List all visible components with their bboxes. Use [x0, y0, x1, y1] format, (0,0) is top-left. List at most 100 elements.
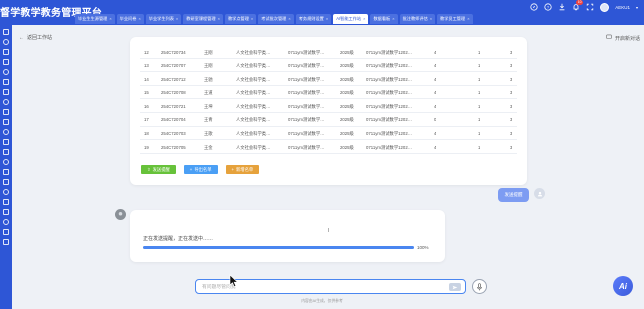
add-list-button[interactable]: + 新增名单 — [225, 165, 260, 174]
table-cell: 王刚 — [204, 49, 213, 55]
table-cell: 19 — [144, 144, 149, 150]
sidebar-nav-icon[interactable] — [3, 89, 9, 95]
tab-item[interactable]: 考务规则设置 × — [295, 14, 332, 24]
table-row[interactable]: 19 254C720705 王金 人文社会科学类… 0711ym测试数学… 2025级 07… — [140, 140, 517, 154]
sidebar-nav-icon[interactable] — [3, 99, 9, 105]
sidebar-nav-icon[interactable] — [3, 169, 9, 175]
tab-item[interactable]: AI智能工作站 × — [333, 14, 369, 24]
bell-icon[interactable]: 10 — [572, 0, 584, 11]
table-cell: 0711ym测试数学… — [288, 49, 325, 55]
table-cell: 1 — [478, 144, 481, 150]
download-icon[interactable] — [558, 3, 566, 11]
sidebar-nav-icon[interactable] — [3, 199, 9, 205]
table-row[interactable]: 16 254C720721 王坤 人文社会科学类… 0711ym测试数学… 2025级 07… — [140, 99, 517, 113]
tab-item[interactable]: 批注教师评估 × — [399, 14, 436, 24]
tab-label: 教学员工管理 — [440, 16, 466, 21]
close-icon[interactable]: × — [363, 14, 365, 24]
table-cell: 1 — [478, 76, 481, 82]
table-row[interactable]: 17 254C720704 王青 人文社会科学类… 0711ym测试数学… 2025级 07… — [140, 113, 517, 127]
sidebar-nav-icon[interactable] — [3, 79, 9, 85]
sidebar-nav-icon[interactable] — [3, 29, 9, 35]
sidebar-nav-icon[interactable] — [3, 219, 9, 225]
export-list-button[interactable]: + 导出名单 — [183, 165, 218, 174]
tab-item[interactable]: 教学员工管理 × — [437, 14, 473, 24]
tab-item[interactable]: 教研室课程管理 × — [183, 14, 223, 24]
tab-item[interactable]: 考试批次管理 × — [258, 14, 294, 24]
sidebar-nav-icon[interactable] — [3, 229, 9, 235]
sidebar-nav-icon[interactable] — [3, 49, 9, 55]
sidebar-nav-icon[interactable] — [3, 69, 9, 75]
close-icon[interactable]: × — [251, 14, 253, 24]
chevron-down-icon[interactable]: ▾ — [636, 5, 638, 10]
sidebar-nav-icon[interactable] — [3, 119, 9, 125]
table-row[interactable]: 13 254C720707 王刚 人文社会科学类… 0711ym测试数学… 2025级 07… — [140, 59, 517, 73]
table-cell: 0711ym测试数学1202… — [366, 90, 413, 96]
tab-item[interactable]: 毕业学生列表 × — [145, 14, 182, 24]
table-row[interactable]: 15 254C720708 王道 人文社会科学类… 0711ym测试数学… 2025级 07… — [140, 86, 517, 100]
close-icon[interactable]: × — [392, 14, 394, 24]
close-icon[interactable]: × — [218, 14, 220, 24]
table-row[interactable]: 14 254C720712 王驰 人文社会科学类… 0711ym测试数学… 2025级 07… — [140, 72, 517, 86]
sidebar-nav-icon[interactable] — [3, 209, 9, 215]
sidebar-nav-icon[interactable] — [3, 129, 9, 135]
close-icon[interactable]: × — [467, 14, 469, 24]
table-cell: 人文社会科学类… — [236, 76, 271, 82]
tab-label: 考务规则设置 — [298, 16, 324, 21]
sidebar-nav-icon[interactable] — [3, 189, 9, 195]
back-to-workstation[interactable]: ← 返回工作站 — [19, 34, 53, 42]
close-icon[interactable]: × — [109, 14, 111, 24]
tab-label: 教研室课程管理 — [186, 16, 216, 21]
close-icon[interactable]: × — [288, 14, 290, 24]
send-button[interactable] — [449, 283, 461, 291]
sidebar-nav-icon[interactable] — [3, 149, 9, 155]
table-row[interactable]: 12 254C720734 王刚 人文社会科学类… 0711ym测试数学… 2025级 07… — [140, 45, 517, 59]
user-avatar — [534, 188, 545, 199]
student-table: 12 254C720734 王刚 人文社会科学类… 0711ym测试数学… 2025级 07… — [140, 45, 517, 154]
sidebar-nav-icon[interactable] — [3, 39, 9, 45]
back-label: 返回工作站 — [27, 35, 53, 41]
new-conversation-button[interactable]: 开启新对话 — [606, 34, 640, 42]
compass-icon[interactable] — [530, 3, 538, 11]
table-row[interactable]: 18 254C720703 王歌 人文社会科学类… 0711ym测试数学… 2025级 07… — [140, 127, 517, 141]
close-icon[interactable]: × — [138, 14, 140, 24]
table-cell: 0711ym测试数学… — [288, 144, 325, 150]
arrow-left-icon: ← — [19, 34, 24, 41]
send-icon: ⇧ — [147, 167, 151, 172]
close-icon[interactable]: × — [430, 14, 432, 24]
svg-text:?: ? — [547, 5, 550, 10]
fullscreen-icon[interactable] — [586, 3, 594, 11]
table-cell: 3 — [510, 76, 513, 82]
ai-assistant-button[interactable]: Ai — [613, 276, 633, 296]
notification-badge: 10 — [576, 0, 584, 5]
table-cell: 3 — [510, 63, 513, 69]
sidebar-nav-icon[interactable] — [3, 159, 9, 165]
table-cell: 4 — [434, 144, 437, 150]
table-cell: 0 — [434, 117, 437, 123]
sidebar-nav-icon[interactable] — [3, 109, 9, 115]
close-icon[interactable]: × — [326, 14, 328, 24]
sidebar-nav-icon[interactable] — [3, 139, 9, 145]
table-cell: 人文社会科学类… — [236, 117, 271, 123]
table-cell: 4 — [434, 103, 437, 109]
close-icon[interactable]: × — [176, 14, 178, 24]
microphone-icon[interactable] — [472, 279, 487, 294]
table-cell: 0711ym测试数学1202… — [366, 131, 413, 137]
tab-item[interactable]: 数据看板 × — [370, 14, 398, 24]
tab-item[interactable]: 毕业生生源管理 × — [75, 14, 115, 24]
sidebar — [0, 25, 12, 309]
send-reminder-button[interactable]: ⇧ 发送提醒 — [141, 165, 176, 174]
tab-item[interactable]: 教学点管理 × — [224, 14, 257, 24]
sidebar-nav-icon[interactable] — [3, 59, 9, 65]
table-cell: 2025级 — [340, 49, 354, 55]
table-cell: 2025级 — [340, 63, 354, 69]
avatar[interactable] — [600, 2, 610, 12]
sidebar-nav-icon[interactable] — [3, 239, 9, 245]
table-cell: 王金 — [204, 144, 213, 150]
sidebar-nav-icon[interactable] — [3, 179, 9, 185]
chat-icon — [606, 34, 612, 42]
tab-item[interactable]: 毕业问卷 × — [116, 14, 144, 24]
tab-bar: 毕业生生源管理 × 毕业问卷 × 毕业学生列表 × 教研室课程管理 × 教学点管理 × 考试批次管理… — [75, 14, 473, 24]
help-icon[interactable]: ? — [544, 3, 552, 11]
username[interactable]: AEKU1 — [615, 5, 630, 10]
table-cell: 254C720708 — [161, 90, 186, 96]
